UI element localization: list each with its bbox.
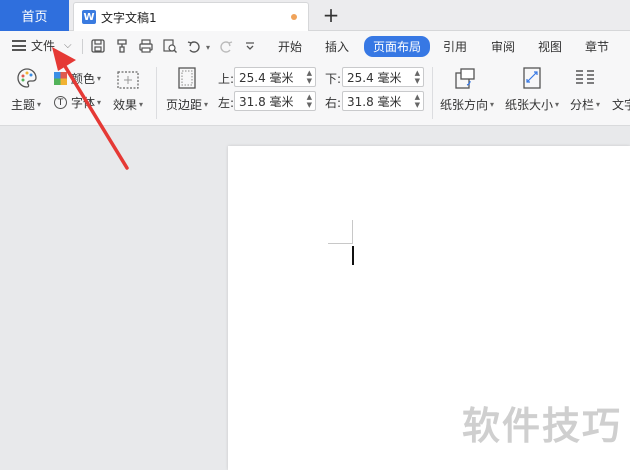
caret-down-icon: ▾ [490, 100, 495, 109]
text-direction-button[interactable]: 文字 [612, 96, 630, 113]
theme-button[interactable]: 主题 ▾ [11, 96, 41, 113]
divider [432, 67, 433, 119]
color-icon [54, 72, 67, 85]
caret-down-icon: ▾ [139, 100, 144, 109]
document-page[interactable]: 软件技巧 [228, 146, 630, 470]
color-label: 颜色 [71, 72, 96, 86]
theme-label: 主题 [11, 98, 36, 112]
right-margin-value: 31.8 毫米 [347, 94, 402, 109]
paper-size-icon[interactable] [521, 67, 543, 89]
top-margin-input[interactable]: 25.4 毫米 ▲ ▼ [234, 67, 316, 87]
divider [156, 67, 157, 119]
customize-toolbar-icon[interactable] [242, 38, 258, 54]
tab-page-layout[interactable]: 页面布局 [364, 36, 431, 57]
orientation-button[interactable]: 纸张方向 ▾ [440, 96, 494, 113]
text-cursor [352, 246, 354, 265]
spinner-arrows-icon[interactable]: ▲ ▼ [307, 69, 312, 85]
caret-down-icon: ▾ [555, 100, 560, 109]
save-icon[interactable] [90, 38, 106, 54]
font-icon: T [54, 96, 67, 109]
divider [82, 39, 83, 54]
document-canvas[interactable]: 软件技巧 [0, 126, 630, 470]
file-menu-label: 文件 [31, 39, 56, 53]
watermark-text: 软件技巧 [461, 404, 622, 448]
tab-insert[interactable]: 插入 [325, 38, 349, 55]
home-tab-label: 首页 [21, 10, 48, 25]
tab-view[interactable]: 视图 [538, 38, 562, 55]
undo-dropdown-icon[interactable]: ▾ [206, 43, 210, 52]
top-margin-value: 25.4 毫米 [239, 70, 294, 85]
orientation-icon[interactable] [454, 67, 476, 89]
caret-down-icon: ▾ [204, 100, 209, 109]
menu-bar: 文件 ⌵ ▾ 开始 插入 页面布局 引用 审阅 视图 章节 [0, 31, 630, 61]
redo-icon[interactable] [218, 38, 234, 54]
tab-bar: 首页 W 文字文稿1 + [0, 0, 630, 31]
bottom-margin-value: 25.4 毫米 [347, 70, 402, 85]
document-tab[interactable]: W 文字文稿1 [73, 2, 309, 31]
tab-start[interactable]: 开始 [278, 38, 302, 55]
columns-label: 分栏 [570, 98, 595, 112]
left-margin-input[interactable]: 31.8 毫米 ▲ ▼ [234, 91, 316, 111]
caret-down-icon: ▾ [596, 100, 601, 109]
new-tab-button[interactable]: + [320, 3, 342, 27]
print-preview-icon[interactable] [162, 38, 178, 54]
columns-icon[interactable] [574, 67, 596, 89]
margin-corner-mark [328, 243, 353, 244]
tab-chapter[interactable]: 章节 [585, 38, 609, 55]
document-title: 文字文稿1 [101, 10, 157, 25]
caret-down-icon: ▾ [97, 98, 102, 107]
margin-label: 页边距 [166, 98, 203, 112]
left-margin-label: 左: [218, 96, 235, 110]
effect-button[interactable]: 效果 ▾ [113, 96, 143, 113]
theme-palette-icon[interactable] [16, 67, 38, 89]
font-button[interactable]: T 字体 ▾ [54, 94, 101, 111]
left-margin-value: 31.8 毫米 [239, 94, 294, 109]
effect-icon[interactable] [117, 69, 139, 91]
spinner-arrows-icon[interactable]: ▲ ▼ [415, 93, 420, 109]
margin-button[interactable]: 页边距 ▾ [166, 96, 208, 113]
chevron-down-icon: ⌵ [64, 40, 72, 51]
tab-review[interactable]: 审阅 [491, 38, 515, 55]
paper-size-label: 纸张大小 [505, 98, 554, 112]
color-button[interactable]: 颜色 ▾ [54, 70, 101, 87]
writer-doc-icon: W [82, 10, 96, 24]
page-margin-icon[interactable] [176, 67, 198, 89]
spinner-arrows-icon[interactable]: ▲ ▼ [415, 69, 420, 85]
margin-corner-mark [352, 220, 353, 244]
bottom-margin-label: 下: [325, 72, 342, 86]
page-layout-ribbon: 主题 ▾ 颜色 ▾ T 字体 ▾ 效果 ▾ 页边距 ▾ 上: 25.4 毫米 ▲ ▼ 左: … [0, 61, 630, 126]
bottom-margin-input[interactable]: 25.4 毫米 ▲ ▼ [342, 67, 424, 87]
spinner-arrows-icon[interactable]: ▲ ▼ [307, 93, 312, 109]
caret-down-icon: ▾ [97, 74, 102, 83]
right-margin-input[interactable]: 31.8 毫米 ▲ ▼ [342, 91, 424, 111]
hamburger-icon [12, 40, 26, 51]
top-margin-label: 上: [218, 72, 235, 86]
right-margin-label: 右: [325, 96, 342, 110]
home-tab[interactable]: 首页 [0, 0, 69, 31]
undo-icon[interactable] [186, 38, 202, 54]
print-icon[interactable] [138, 38, 154, 54]
file-menu-button[interactable]: 文件 ⌵ [12, 37, 72, 54]
columns-button[interactable]: 分栏 ▾ [570, 96, 600, 113]
unsaved-indicator-icon [291, 14, 297, 20]
effect-label: 效果 [113, 98, 138, 112]
format-painter-icon[interactable] [114, 38, 130, 54]
font-label: 字体 [71, 96, 96, 110]
text-direction-label: 文字 [612, 98, 630, 112]
tab-references[interactable]: 引用 [443, 38, 467, 55]
caret-down-icon: ▾ [37, 100, 42, 109]
orientation-label: 纸张方向 [440, 98, 489, 112]
paper-size-button[interactable]: 纸张大小 ▾ [505, 96, 559, 113]
